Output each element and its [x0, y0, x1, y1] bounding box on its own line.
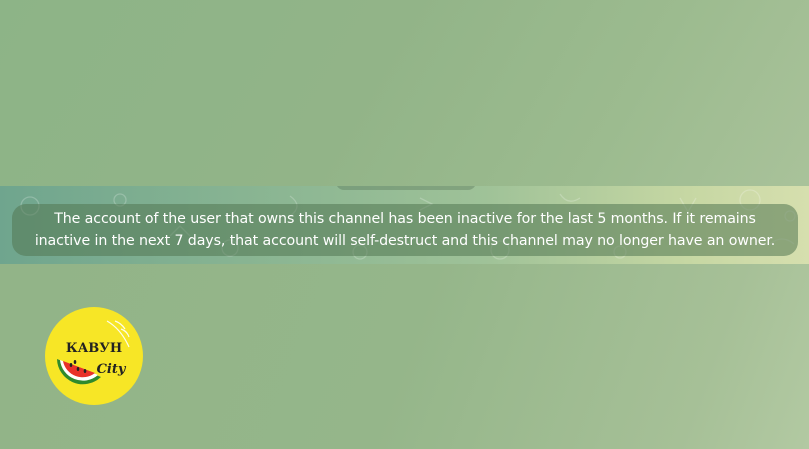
logo-text-top: КАВУН	[66, 341, 122, 356]
chat-wallpaper-top	[0, 0, 809, 186]
channel-avatar[interactable]: КАВУН City	[45, 307, 143, 405]
notice-line-2: inactive in the next 7 days, that accoun…	[34, 233, 776, 249]
inactive-owner-notice: The account of the user that owns this c…	[12, 204, 798, 256]
notice-line-1: The account of the user that owns this c…	[54, 211, 756, 227]
kavun-city-logo: КАВУН City	[45, 307, 143, 405]
notice-text: The account of the user that owns this c…	[17, 208, 793, 252]
logo-text-bottom: City	[97, 362, 127, 377]
